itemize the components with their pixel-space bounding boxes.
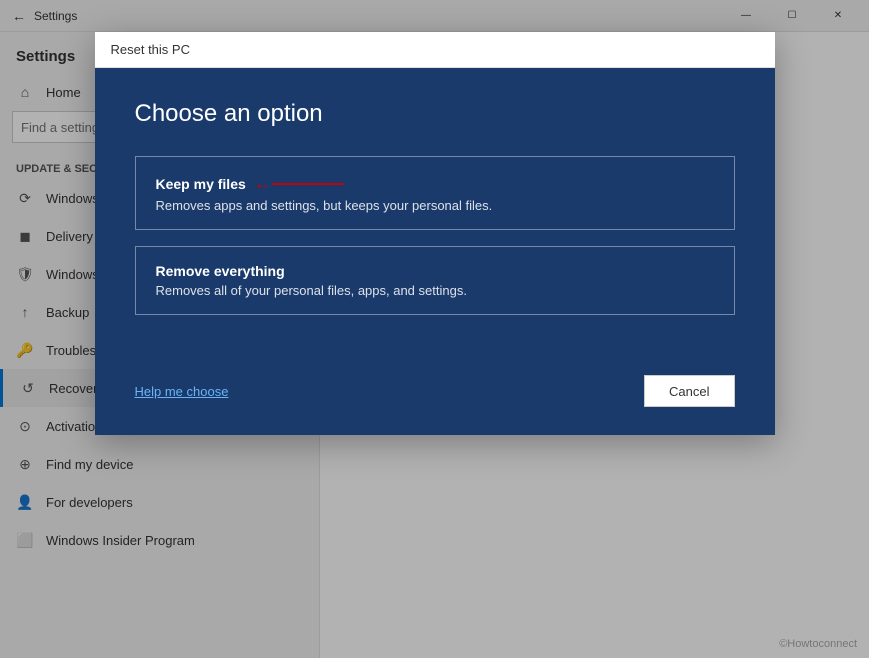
cancel-button[interactable]: Cancel: [644, 375, 734, 407]
modal-title: Reset this PC: [111, 42, 190, 57]
remove-everything-title: Remove everything: [156, 263, 714, 279]
modal-body: Choose an option Keep my files ←———— Rem…: [95, 68, 775, 363]
keep-files-option[interactable]: Keep my files ←———— Removes apps and set…: [135, 156, 735, 230]
remove-everything-desc: Removes all of your personal files, apps…: [156, 283, 714, 298]
modal-heading: Choose an option: [135, 100, 735, 128]
modal-window: Reset this PC Choose an option Keep my f…: [95, 32, 775, 435]
modal-titlebar: Reset this PC: [95, 32, 775, 68]
modal-footer: Help me choose Cancel: [95, 363, 775, 435]
red-arrow-icon: ←————: [254, 173, 344, 194]
help-me-choose-link[interactable]: Help me choose: [135, 384, 229, 399]
keep-files-title: Keep my files ←————: [156, 173, 714, 194]
keep-files-desc: Removes apps and settings, but keeps you…: [156, 198, 714, 213]
modal-overlay: Reset this PC Choose an option Keep my f…: [0, 0, 869, 658]
remove-everything-option[interactable]: Remove everything Removes all of your pe…: [135, 246, 735, 315]
